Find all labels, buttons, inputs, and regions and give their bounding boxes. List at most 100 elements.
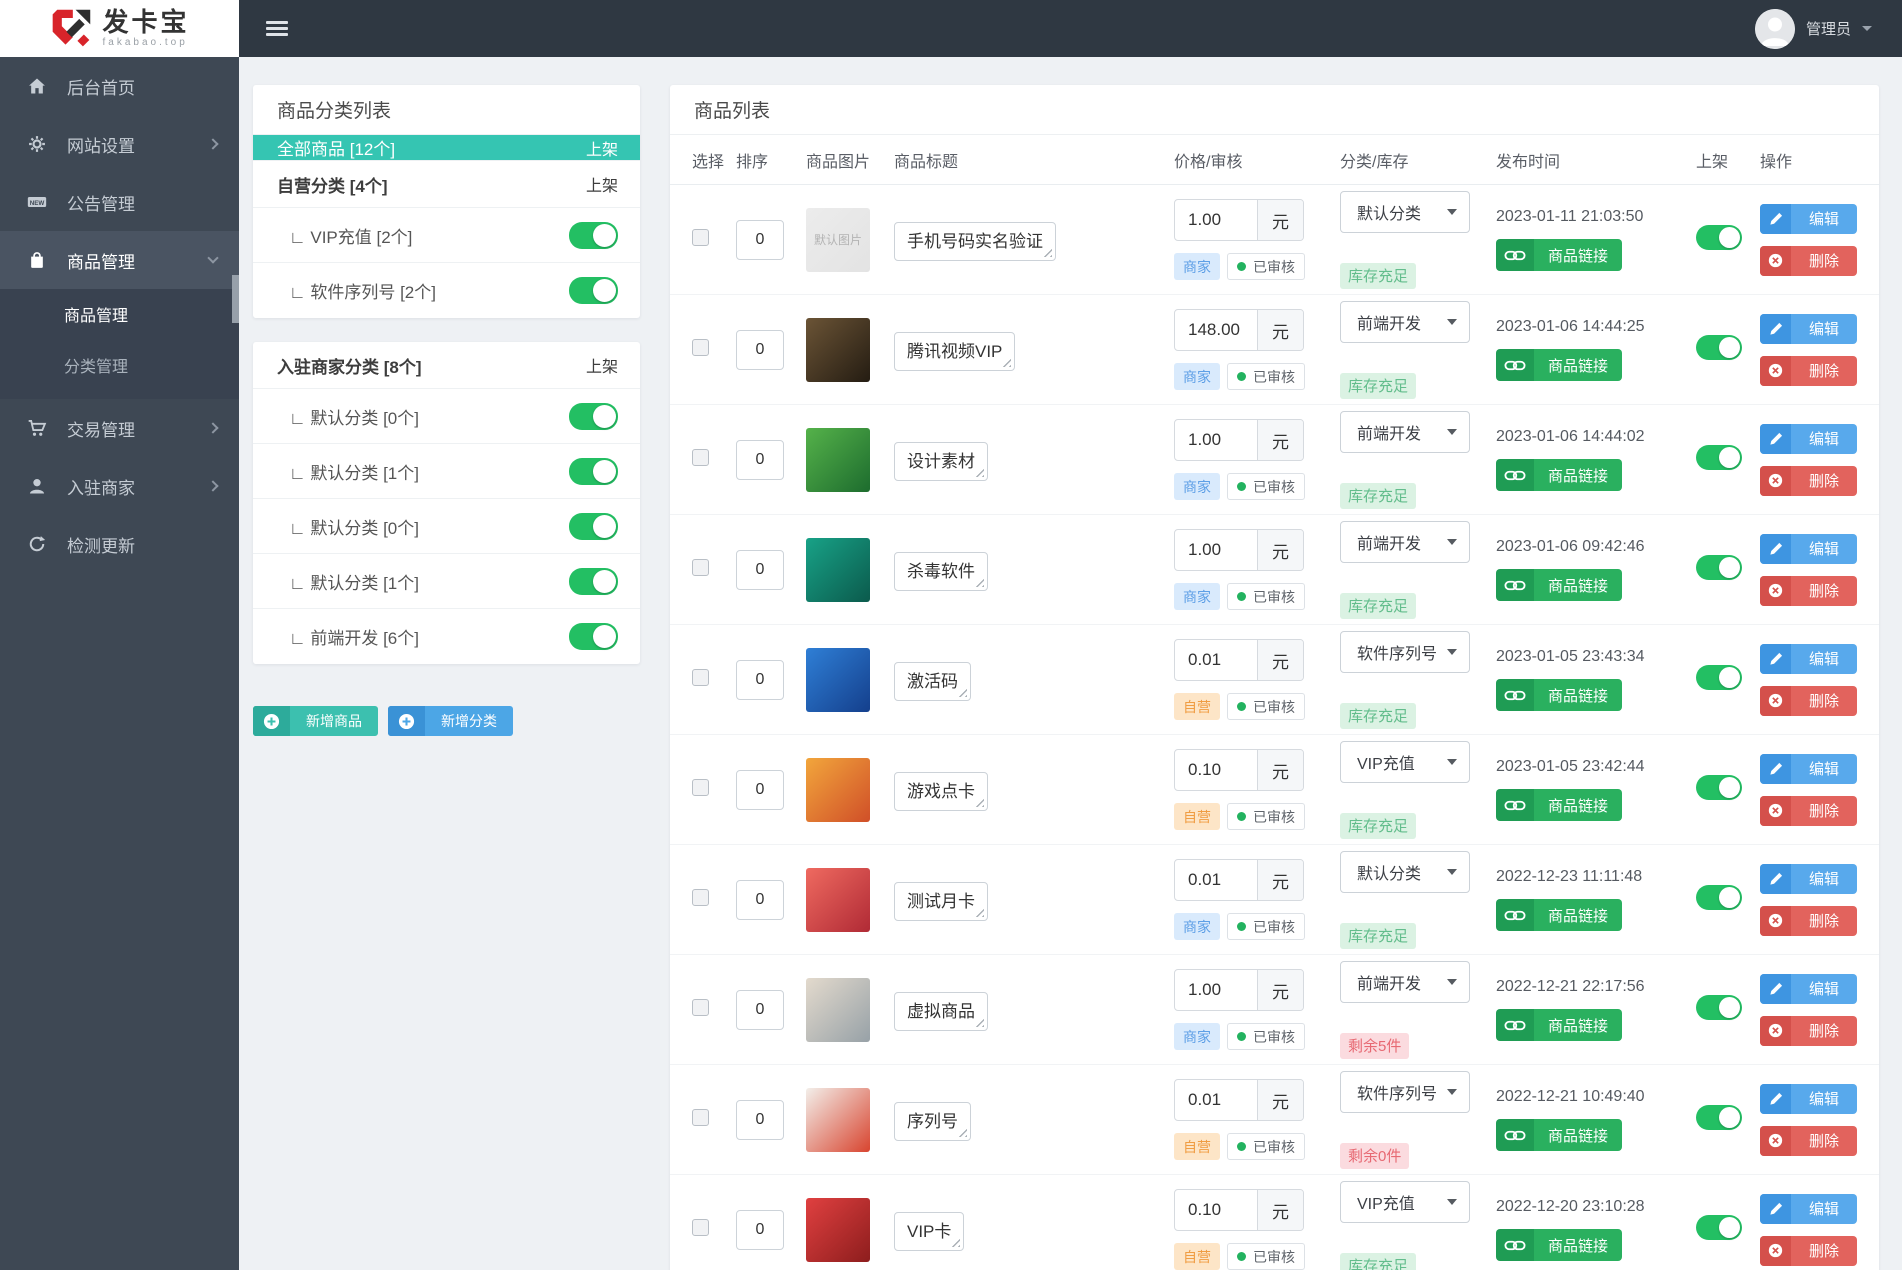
- sort-input[interactable]: [736, 659, 784, 700]
- resize-handle-icon[interactable]: [975, 1018, 984, 1027]
- category-row[interactable]: 全部商品 [12个] 上架: [253, 135, 640, 161]
- category-row[interactable]: ∟ 默认分类 [0个]: [253, 389, 640, 444]
- category-toggle[interactable]: [569, 567, 618, 595]
- row-checkbox[interactable]: [692, 668, 709, 686]
- sort-input[interactable]: [736, 329, 784, 370]
- category-row[interactable]: ∟ 默认分类 [1个]: [253, 554, 640, 609]
- edit-button[interactable]: 编辑: [1760, 863, 1857, 894]
- title-textarea[interactable]: 序列号: [894, 1102, 971, 1141]
- on-shelf-toggle[interactable]: [1696, 444, 1742, 470]
- category-select[interactable]: 软件序列号: [1340, 630, 1470, 673]
- on-shelf-toggle[interactable]: [1696, 884, 1742, 910]
- on-shelf-toggle[interactable]: [1696, 774, 1742, 800]
- product-link-button[interactable]: 商品链接: [1496, 349, 1623, 381]
- category-row[interactable]: 自营分类 [4个] 上架: [253, 161, 640, 208]
- delete-button[interactable]: 删除: [1760, 1125, 1857, 1156]
- sidebar-scrollbar-thumb[interactable]: [232, 275, 239, 323]
- edit-button[interactable]: 编辑: [1760, 1193, 1857, 1224]
- sidebar-item-home[interactable]: 后台首页: [0, 57, 239, 115]
- product-link-button[interactable]: 商品链接: [1496, 1009, 1623, 1041]
- sidebar-item-merchant[interactable]: 入驻商家: [0, 457, 239, 515]
- category-row[interactable]: ∟ 默认分类 [1个]: [253, 444, 640, 499]
- on-shelf-toggle[interactable]: [1696, 554, 1742, 580]
- sidebar-item-trade[interactable]: 交易管理: [0, 399, 239, 457]
- category-row[interactable]: ∟ 前端开发 [6个]: [253, 609, 640, 664]
- title-textarea[interactable]: 设计素材: [894, 442, 988, 481]
- sidebar-item-notice[interactable]: 公告管理: [0, 173, 239, 231]
- product-link-button[interactable]: 商品链接: [1496, 679, 1623, 711]
- product-link-button[interactable]: 商品链接: [1496, 459, 1623, 491]
- category-select[interactable]: 前端开发: [1340, 960, 1470, 1003]
- edit-button[interactable]: 编辑: [1760, 423, 1857, 454]
- hamburger-menu-icon[interactable]: [266, 18, 288, 39]
- add-product-button[interactable]: 新增商品: [253, 706, 378, 736]
- price-input[interactable]: 0.01 元: [1174, 639, 1304, 681]
- on-shelf-toggle[interactable]: [1696, 994, 1742, 1020]
- delete-button[interactable]: 删除: [1760, 1015, 1857, 1046]
- sort-input[interactable]: [736, 1209, 784, 1250]
- resize-handle-icon[interactable]: [975, 908, 984, 917]
- title-textarea[interactable]: 激活码: [894, 662, 971, 701]
- on-shelf-toggle[interactable]: [1696, 334, 1742, 360]
- sidebar-subitem-category-manage[interactable]: 分类管理: [0, 342, 239, 393]
- sort-input[interactable]: [736, 219, 784, 260]
- title-textarea[interactable]: VIP卡: [894, 1212, 965, 1251]
- edit-button[interactable]: 编辑: [1760, 203, 1857, 234]
- category-select[interactable]: 默认分类: [1340, 190, 1470, 233]
- sort-input[interactable]: [736, 439, 784, 480]
- edit-button[interactable]: 编辑: [1760, 313, 1857, 344]
- edit-button[interactable]: 编辑: [1760, 973, 1857, 1004]
- edit-button[interactable]: 编辑: [1760, 643, 1857, 674]
- resize-handle-icon[interactable]: [1043, 248, 1052, 257]
- on-shelf-toggle[interactable]: [1696, 1104, 1742, 1130]
- category-row[interactable]: 入驻商家分类 [8个] 上架: [253, 342, 640, 389]
- product-link-button[interactable]: 商品链接: [1496, 569, 1623, 601]
- edit-button[interactable]: 编辑: [1760, 753, 1857, 784]
- on-shelf-toggle[interactable]: [1696, 224, 1742, 250]
- row-checkbox[interactable]: [692, 1218, 709, 1236]
- on-shelf-toggle[interactable]: [1696, 664, 1742, 690]
- product-link-button[interactable]: 商品链接: [1496, 1119, 1623, 1151]
- category-select[interactable]: VIP充值: [1340, 1180, 1470, 1223]
- sidebar-item-update[interactable]: 检测更新: [0, 515, 239, 573]
- row-checkbox[interactable]: [692, 448, 709, 466]
- resize-handle-icon[interactable]: [951, 1238, 961, 1247]
- resize-handle-icon[interactable]: [958, 688, 967, 697]
- price-input[interactable]: 1.00 元: [1174, 969, 1304, 1011]
- category-select[interactable]: VIP充值: [1340, 740, 1470, 783]
- resize-handle-icon[interactable]: [975, 468, 984, 477]
- category-toggle[interactable]: [569, 402, 618, 430]
- delete-button[interactable]: 删除: [1760, 685, 1857, 716]
- sidebar-item-site[interactable]: 网站设置: [0, 115, 239, 173]
- row-checkbox[interactable]: [692, 888, 709, 906]
- delete-button[interactable]: 删除: [1760, 245, 1857, 276]
- sort-input[interactable]: [736, 1099, 784, 1140]
- delete-button[interactable]: 删除: [1760, 575, 1857, 606]
- category-toggle[interactable]: [569, 221, 618, 249]
- brand-logo[interactable]: 发卡宝 fakabao.top: [0, 0, 239, 57]
- price-input[interactable]: 1.00 元: [1174, 199, 1304, 241]
- delete-button[interactable]: 删除: [1760, 1235, 1857, 1266]
- delete-button[interactable]: 删除: [1760, 905, 1857, 936]
- category-toggle[interactable]: [569, 457, 618, 485]
- category-toggle[interactable]: [569, 512, 618, 540]
- price-input[interactable]: 148.00 元: [1174, 309, 1304, 351]
- category-select[interactable]: 前端开发: [1340, 520, 1470, 563]
- price-input[interactable]: 0.01 元: [1174, 859, 1304, 901]
- product-link-button[interactable]: 商品链接: [1496, 899, 1623, 931]
- title-textarea[interactable]: 腾讯视频VIP: [894, 332, 1016, 371]
- resize-handle-icon[interactable]: [975, 798, 984, 807]
- delete-button[interactable]: 删除: [1760, 465, 1857, 496]
- title-textarea[interactable]: 手机号码实名验证: [894, 222, 1056, 261]
- sort-input[interactable]: [736, 989, 784, 1030]
- product-link-button[interactable]: 商品链接: [1496, 239, 1623, 271]
- price-input[interactable]: 1.00 元: [1174, 419, 1304, 461]
- sidebar-subitem-product-manage[interactable]: 商品管理: [0, 291, 239, 342]
- title-textarea[interactable]: 游戏点卡: [894, 772, 988, 811]
- product-link-button[interactable]: 商品链接: [1496, 1229, 1623, 1261]
- category-row[interactable]: ∟ VIP充值 [2个]: [253, 208, 640, 263]
- row-checkbox[interactable]: [692, 338, 709, 356]
- category-select[interactable]: 默认分类: [1340, 850, 1470, 893]
- category-toggle[interactable]: [569, 623, 618, 650]
- category-select[interactable]: 前端开发: [1340, 300, 1470, 343]
